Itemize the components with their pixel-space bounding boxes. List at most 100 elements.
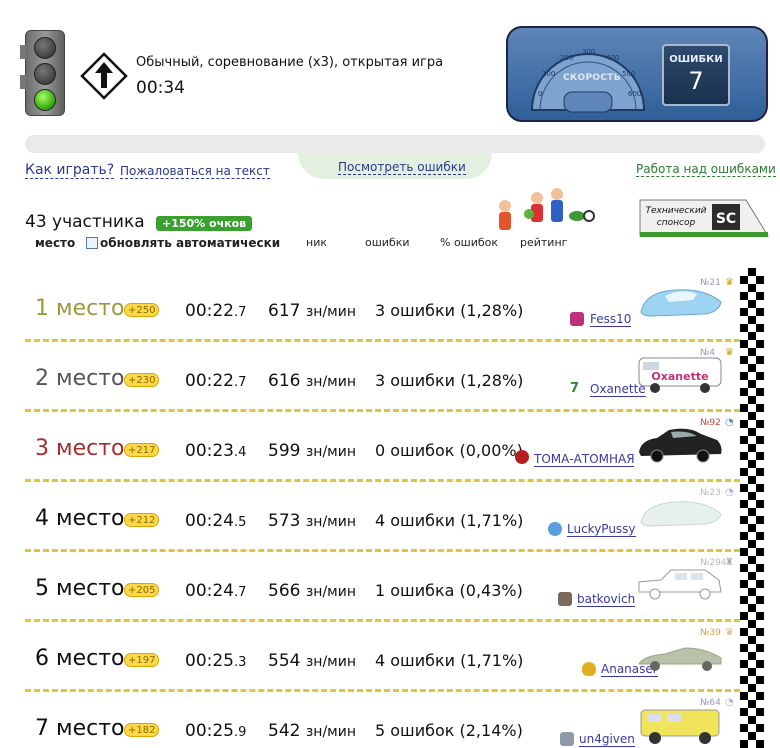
speed-value: 616: [268, 371, 301, 391]
typing-speed: 542 зн/мин: [268, 721, 356, 741]
finish-time: 00:25.3: [185, 651, 246, 671]
place-label: 7 место: [35, 716, 125, 741]
speed-value: 617: [268, 301, 301, 321]
player-nick-link[interactable]: Fess10: [590, 312, 632, 327]
finish-line-flag: [740, 268, 764, 748]
points-badge: +217: [124, 443, 160, 457]
speed-value: 573: [268, 511, 301, 531]
tick-200: 200: [560, 54, 573, 62]
speed-value: 542: [268, 721, 301, 741]
arrow-up-sign-icon: [80, 52, 128, 100]
errors-counter: ОШИБКИ 7: [662, 44, 730, 106]
kids-mascot-icon: [499, 188, 595, 230]
tick-0: 0: [538, 90, 542, 98]
crown-icon: ♛: [725, 627, 734, 638]
errors-label: ОШИБКИ: [669, 54, 723, 65]
show-errors-link[interactable]: Посмотреть ошибки: [338, 160, 466, 175]
avatar: [558, 592, 572, 606]
result-row: 6 место +197 00:25.3 554 зн/мин 4 ошибки…: [25, 622, 740, 692]
col-errors-header: ошибки: [365, 236, 410, 249]
points-badge: +182: [124, 723, 160, 737]
typing-speed: 616 зн/мин: [268, 371, 356, 391]
col-error-pct-header: % ошибок: [440, 236, 499, 249]
error-summary: 4 ошибки (1,71%): [375, 511, 524, 530]
tick-400: 400: [606, 54, 619, 62]
speedometer-label: СКОРОСТЬ: [563, 73, 621, 83]
tech-sponsor-banner[interactable]: Технический спонсор SC: [636, 196, 770, 240]
auto-update-label[interactable]: обновлять автоматически: [100, 236, 280, 250]
error-summary: 5 ошибок (2,14%): [375, 721, 523, 740]
points-badge: +212: [124, 513, 160, 527]
time-fraction: .3: [234, 655, 247, 670]
crown-icon: ♛: [725, 347, 734, 358]
col-place-header: место: [35, 236, 76, 250]
tick-300: 300: [582, 48, 595, 56]
avatar: [548, 522, 562, 536]
how-to-play-link[interactable]: Как играть?: [25, 162, 115, 179]
errors-count: 7: [688, 67, 704, 95]
points-badge: +230: [124, 373, 160, 387]
player-nick-link[interactable]: batkovich: [577, 592, 636, 607]
time-fraction: .7: [234, 585, 247, 600]
car-number: №21: [700, 278, 721, 288]
crown-icon: ◔: [725, 417, 734, 428]
player-nick-link[interactable]: un4given: [579, 732, 635, 747]
place-label: 4 место: [35, 506, 125, 531]
speed-unit: зн/мин: [305, 654, 356, 670]
time-fraction: .5: [234, 515, 247, 530]
speed-unit: зн/мин: [305, 444, 356, 460]
results-table: 1 место +250 00:22.7 617 зн/мин 3 ошибки…: [25, 272, 740, 748]
place-label: 2 место: [35, 366, 125, 391]
result-row: 4 место +212 00:24.5 573 зн/мин 4 ошибки…: [25, 482, 740, 552]
time-main: 00:25: [185, 721, 234, 741]
tick-100: 100: [542, 70, 555, 78]
crown-icon: ♜: [725, 557, 734, 568]
game-mode-title: Обычный, соревнование (x3), открытая игр…: [136, 55, 444, 70]
car-number: №39: [700, 628, 721, 638]
time-main: 00:24: [185, 581, 234, 601]
points-badge: +250: [124, 303, 160, 317]
speed-value: 599: [268, 441, 301, 461]
place-label: 5 место: [35, 576, 125, 601]
finish-time: 00:22.7: [185, 371, 246, 391]
crown-icon: ◔: [725, 487, 734, 498]
car-number: №64: [700, 698, 721, 708]
player-nick-link[interactable]: LuckyPussy: [567, 522, 636, 537]
result-row: 2 место +230 00:22.7 616 зн/мин 3 ошибки…: [25, 342, 740, 412]
speed-value: 566: [268, 581, 301, 601]
speed-unit: зн/мин: [305, 724, 356, 740]
time-fraction: .7: [234, 375, 247, 390]
time-main: 00:22: [185, 371, 234, 391]
game-timer: 00:34: [136, 78, 185, 98]
report-text-link[interactable]: Пожаловаться на текст: [120, 164, 270, 179]
speed-unit: зн/мин: [305, 304, 356, 320]
avatar: [515, 450, 529, 464]
car-number: №23: [700, 488, 721, 498]
avatar: 7: [570, 382, 584, 396]
tick-600: 600: [628, 90, 641, 98]
typing-speed: 566 зн/мин: [268, 581, 356, 601]
yellow-lamp: [34, 63, 56, 85]
time-fraction: .7: [234, 305, 247, 320]
time-fraction: .9: [234, 725, 247, 740]
time-main: 00:23: [185, 441, 234, 461]
sponsor-logo: SC: [716, 211, 736, 227]
result-row: 1 место +250 00:22.7 617 зн/мин 3 ошибки…: [25, 272, 740, 342]
points-badge: +197: [124, 653, 160, 667]
error-summary: 3 ошибки (1,28%): [375, 301, 524, 320]
car-number: №4: [700, 348, 716, 358]
time-main: 00:25: [185, 651, 234, 671]
error-summary: 1 ошибка (0,43%): [375, 581, 523, 600]
finish-time: 00:23.4: [185, 441, 246, 461]
work-on-errors-link[interactable]: Работа над ошибками: [636, 162, 776, 177]
finish-time: 00:24.7: [185, 581, 246, 601]
auto-update-checkbox[interactable]: [86, 237, 98, 249]
place-label: 6 место: [35, 646, 125, 671]
pineapple-icon: [582, 662, 596, 676]
error-summary: 4 ошибки (1,71%): [375, 651, 524, 670]
sponsor-line2: спонсор: [657, 218, 696, 228]
finish-time: 00:24.5: [185, 511, 246, 531]
time-fraction: .4: [234, 445, 247, 460]
player-nick-link[interactable]: ТОМА-АТОМНАЯ: [534, 452, 634, 467]
speed-value: 554: [268, 651, 301, 671]
